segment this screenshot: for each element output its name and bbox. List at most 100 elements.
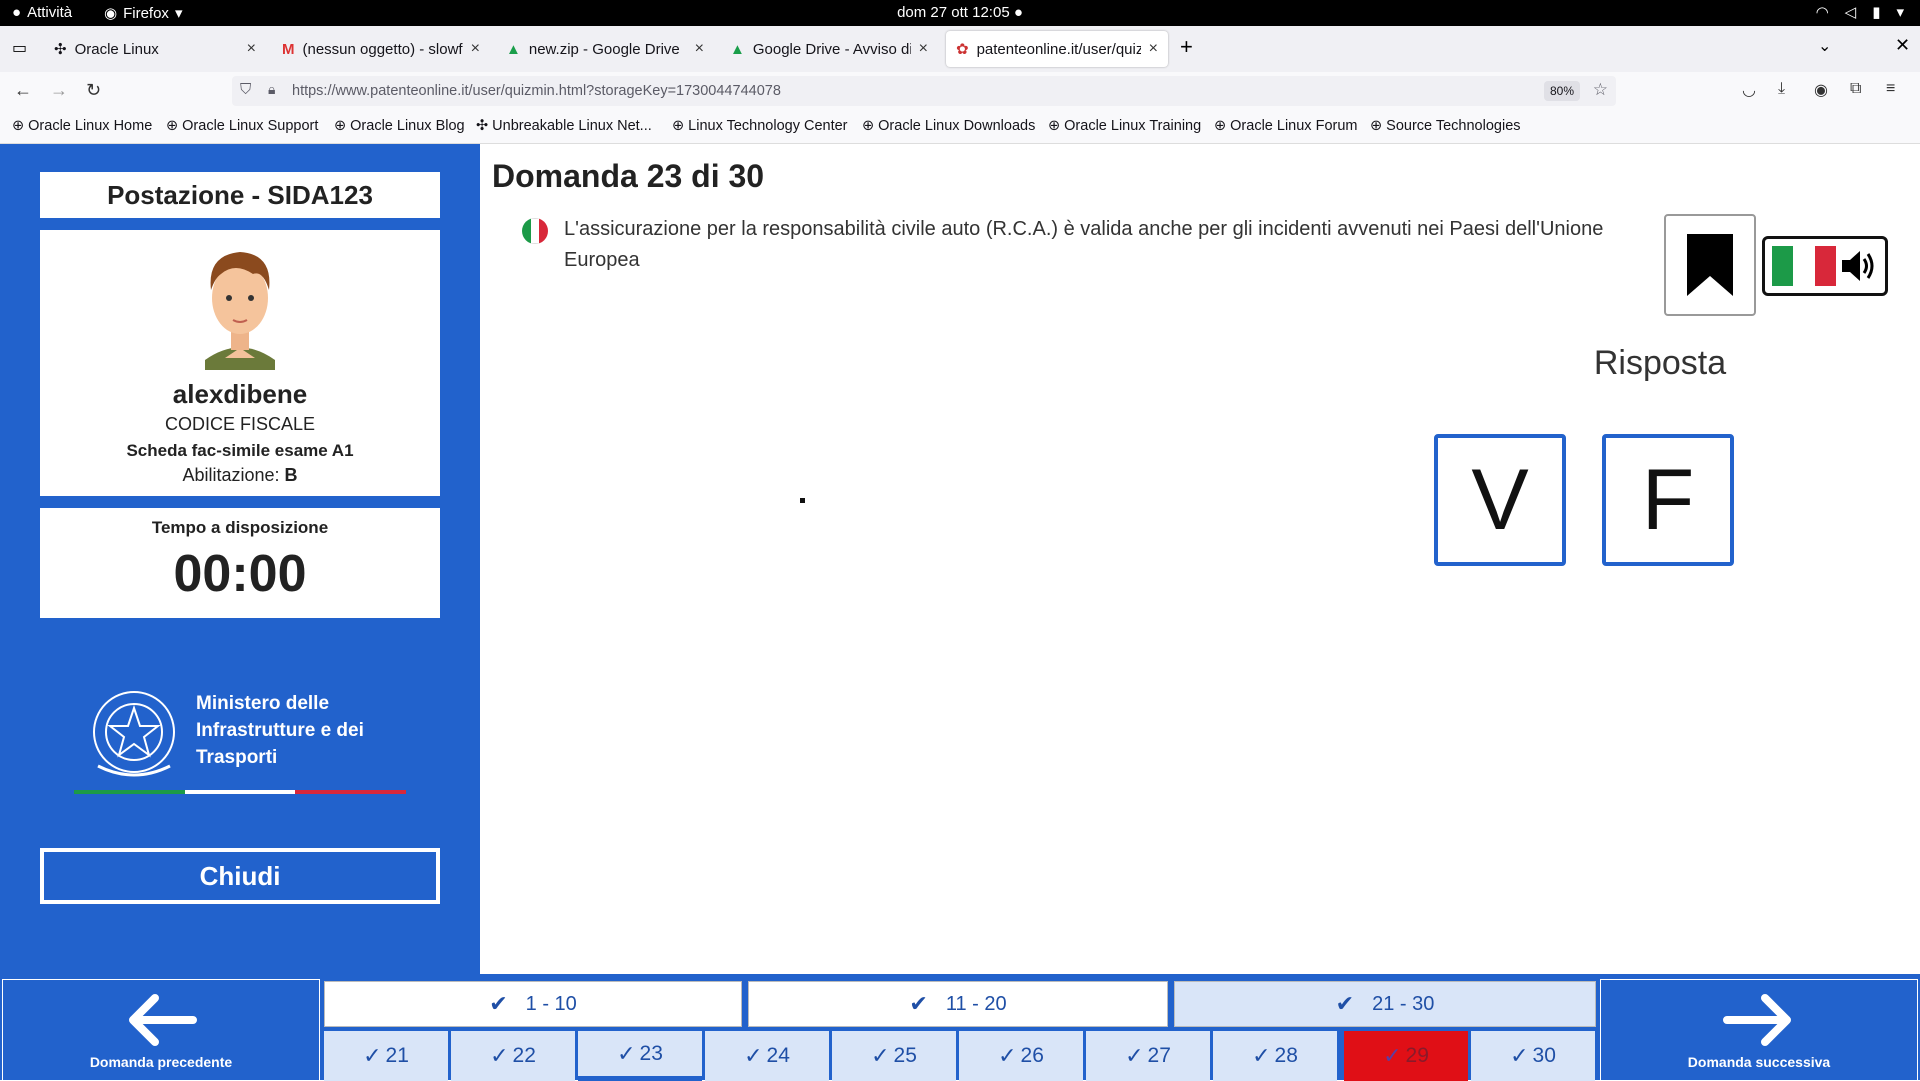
previous-question-button[interactable]: Domanda precedente xyxy=(2,979,320,1081)
question-number-23[interactable]: ✓ 23 xyxy=(578,1031,702,1081)
new-tab-icon[interactable]: + xyxy=(1180,34,1193,60)
bookmark-label: Source Technologies xyxy=(1386,118,1521,134)
double-check-icon: ✔︎ xyxy=(489,991,508,1016)
bookmark-item[interactable]: ⊕ Source Technologies xyxy=(1370,118,1521,134)
bookmark-question-button[interactable] xyxy=(1664,214,1756,316)
account-icon[interactable]: ◉ xyxy=(1814,80,1828,100)
question-number-28[interactable]: ✓ 28 xyxy=(1213,1031,1337,1081)
range-label: 11 - 20 xyxy=(945,992,1007,1015)
activities-button[interactable]: ● Attività xyxy=(12,4,72,21)
url-bar[interactable]: ⛉ 🔒︎ https://www.patenteonline.it/user/q… xyxy=(232,76,1616,106)
tab-overflow-chevron-icon[interactable]: ⌄ xyxy=(1818,36,1831,56)
question-number-27[interactable]: ✓ 27 xyxy=(1086,1031,1210,1081)
tab-list-icon[interactable]: ▭ xyxy=(12,38,27,58)
check-icon: ✓ xyxy=(744,1043,763,1068)
question-number-29[interactable]: ✓ 29 xyxy=(1344,1031,1468,1081)
close-icon[interactable]: × xyxy=(1149,40,1158,58)
tab-patenteonline[interactable]: ✿ patenteonline.it/user/quiz × xyxy=(946,31,1168,67)
bookmark-icon xyxy=(1687,234,1733,296)
tab-google-drive-zip[interactable]: ▲ new.zip - Google Drive × xyxy=(496,31,714,67)
star-icon[interactable]: ☆ xyxy=(1593,80,1608,100)
extensions-icon[interactable]: ⧉ xyxy=(1850,80,1861,98)
close-icon[interactable]: × xyxy=(247,40,256,58)
bookmark-item[interactable]: ✣ Unbreakable Linux Net... xyxy=(476,118,652,134)
ministry-line: Infrastrutture e dei xyxy=(196,720,364,741)
italian-flag-icon xyxy=(1772,246,1836,286)
check-icon: ✓ xyxy=(363,1043,382,1068)
bookmark-item[interactable]: ⊕ Oracle Linux Downloads xyxy=(862,118,1035,134)
tab-bar: ▭ ✣ Oracle Linux × M (nessun oggetto) - … xyxy=(0,26,1920,72)
bookmark-item[interactable]: ⊕ Oracle Linux Home xyxy=(12,118,152,134)
bookmark-label: Oracle Linux Blog xyxy=(350,118,465,134)
power-menu-icon: ▾ xyxy=(1896,4,1904,21)
lock-icon[interactable]: 🔒︎ xyxy=(268,81,275,98)
tab-title: Google Drive - Avviso di s xyxy=(752,40,911,58)
check-icon: ✓ xyxy=(1252,1043,1271,1068)
range-tab-21-30[interactable]: ✔︎ 21 - 30 xyxy=(1174,981,1596,1027)
bookmark-item[interactable]: ⊕ Oracle Linux Training xyxy=(1048,118,1201,134)
close-button[interactable]: Chiudi xyxy=(40,848,440,904)
tab-google-drive-avviso[interactable]: ▲ Google Drive - Avviso di s × xyxy=(720,31,938,67)
question-number-30[interactable]: ✓ 30 xyxy=(1471,1031,1595,1081)
emblem-icon xyxy=(93,691,175,777)
menu-icon[interactable]: ≡ xyxy=(1886,80,1895,98)
question-number-label: 22 xyxy=(512,1044,536,1067)
question-number-label: 25 xyxy=(893,1044,917,1067)
close-icon[interactable]: × xyxy=(919,40,928,58)
globe-icon: ⊕ xyxy=(1370,118,1383,134)
question-number-22[interactable]: ✓ 22 xyxy=(451,1031,575,1081)
back-arrow-icon[interactable]: ← xyxy=(14,80,32,101)
close-icon[interactable]: × xyxy=(695,40,704,58)
bookmark-item[interactable]: ⊕ Oracle Linux Blog xyxy=(334,118,465,134)
url-text[interactable]: https://www.patenteonline.it/user/quizmi… xyxy=(292,83,781,99)
pocket-icon[interactable]: ◡ xyxy=(1742,80,1756,100)
check-icon: ✓ xyxy=(1510,1043,1529,1068)
close-icon[interactable]: × xyxy=(471,40,480,58)
question-number-24[interactable]: ✓ 24 xyxy=(705,1031,829,1081)
question-number-26[interactable]: ✓ 26 xyxy=(959,1031,1083,1081)
italian-flag-icon xyxy=(522,218,548,244)
bookmark-label: Oracle Linux Downloads xyxy=(878,118,1036,134)
globe-icon: ⊕ xyxy=(862,118,875,134)
bookmark-item[interactable]: ⊕ Linux Technology Center xyxy=(672,118,848,134)
bookmark-item[interactable]: ⊕ Oracle Linux Support xyxy=(166,118,318,134)
arrow-right-icon xyxy=(1723,994,1791,1046)
range-tab-1-10[interactable]: ✔︎ 1 - 10 xyxy=(324,981,742,1027)
next-question-label: Domanda successiva xyxy=(1687,1054,1831,1070)
abilitazione-label: Abilitazione: xyxy=(182,465,285,485)
zoom-level[interactable]: 80% xyxy=(1543,81,1580,101)
window-close-icon[interactable]: ✕ xyxy=(1895,35,1910,56)
gmail-favicon-icon: M xyxy=(282,40,295,58)
tab-gmail[interactable]: M (nessun oggetto) - slowfo × xyxy=(272,31,490,67)
tab-oracle-linux[interactable]: ✣ Oracle Linux × xyxy=(44,31,266,67)
question-number-25[interactable]: ✓ 25 xyxy=(832,1031,956,1081)
profile-card: alexdibene CODICE FISCALE Scheda fac-sim… xyxy=(40,230,440,496)
answer-false-button[interactable]: F xyxy=(1602,434,1734,566)
check-icon: ✓ xyxy=(871,1043,890,1068)
bookmark-label: Oracle Linux Forum xyxy=(1230,118,1358,134)
os-topbar: ● Attività ◉ Firefox ▾ dom 27 ott 12:05 … xyxy=(0,0,1920,26)
clock[interactable]: dom 27 ott 12:05 ● xyxy=(0,4,1920,21)
next-question-button[interactable]: Domanda successiva xyxy=(1600,979,1918,1081)
bookmark-label: Unbreakable Linux Net... xyxy=(492,118,652,134)
bookmark-item[interactable]: ⊕ Oracle Linux Forum xyxy=(1214,118,1357,134)
system-tray[interactable]: ◠ ◁ ▮ ▾ xyxy=(1816,3,1904,21)
app-menu[interactable]: ◉ Firefox ▾ xyxy=(104,4,182,23)
download-icon[interactable]: ⤓ xyxy=(1778,80,1785,98)
question-number-21[interactable]: ✓ 21 xyxy=(324,1031,448,1081)
globe-icon: ⊕ xyxy=(672,118,685,134)
audio-italian-button[interactable] xyxy=(1762,236,1888,296)
globe-icon: ⊕ xyxy=(12,118,25,134)
question-number-label: 30 xyxy=(1532,1044,1556,1067)
shield-icon[interactable]: ⛉ xyxy=(240,81,251,98)
check-icon: ✓ xyxy=(998,1043,1017,1068)
forward-arrow-icon[interactable]: → xyxy=(50,80,68,101)
check-icon: ✓ xyxy=(617,1040,636,1066)
station-title: Postazione - SIDA123 xyxy=(40,172,440,218)
tab-title: Oracle Linux xyxy=(74,40,159,58)
answer-true-button[interactable]: V xyxy=(1434,434,1566,566)
range-label: 21 - 30 xyxy=(1372,992,1435,1015)
range-tab-11-20[interactable]: ✔︎ 11 - 20 xyxy=(748,981,1168,1027)
reload-icon[interactable]: ↻ xyxy=(86,80,101,101)
question-navigator: Domanda precedente ✔︎ 1 - 10 ✔︎ 11 - 20 ✔︎… xyxy=(0,974,1920,1081)
